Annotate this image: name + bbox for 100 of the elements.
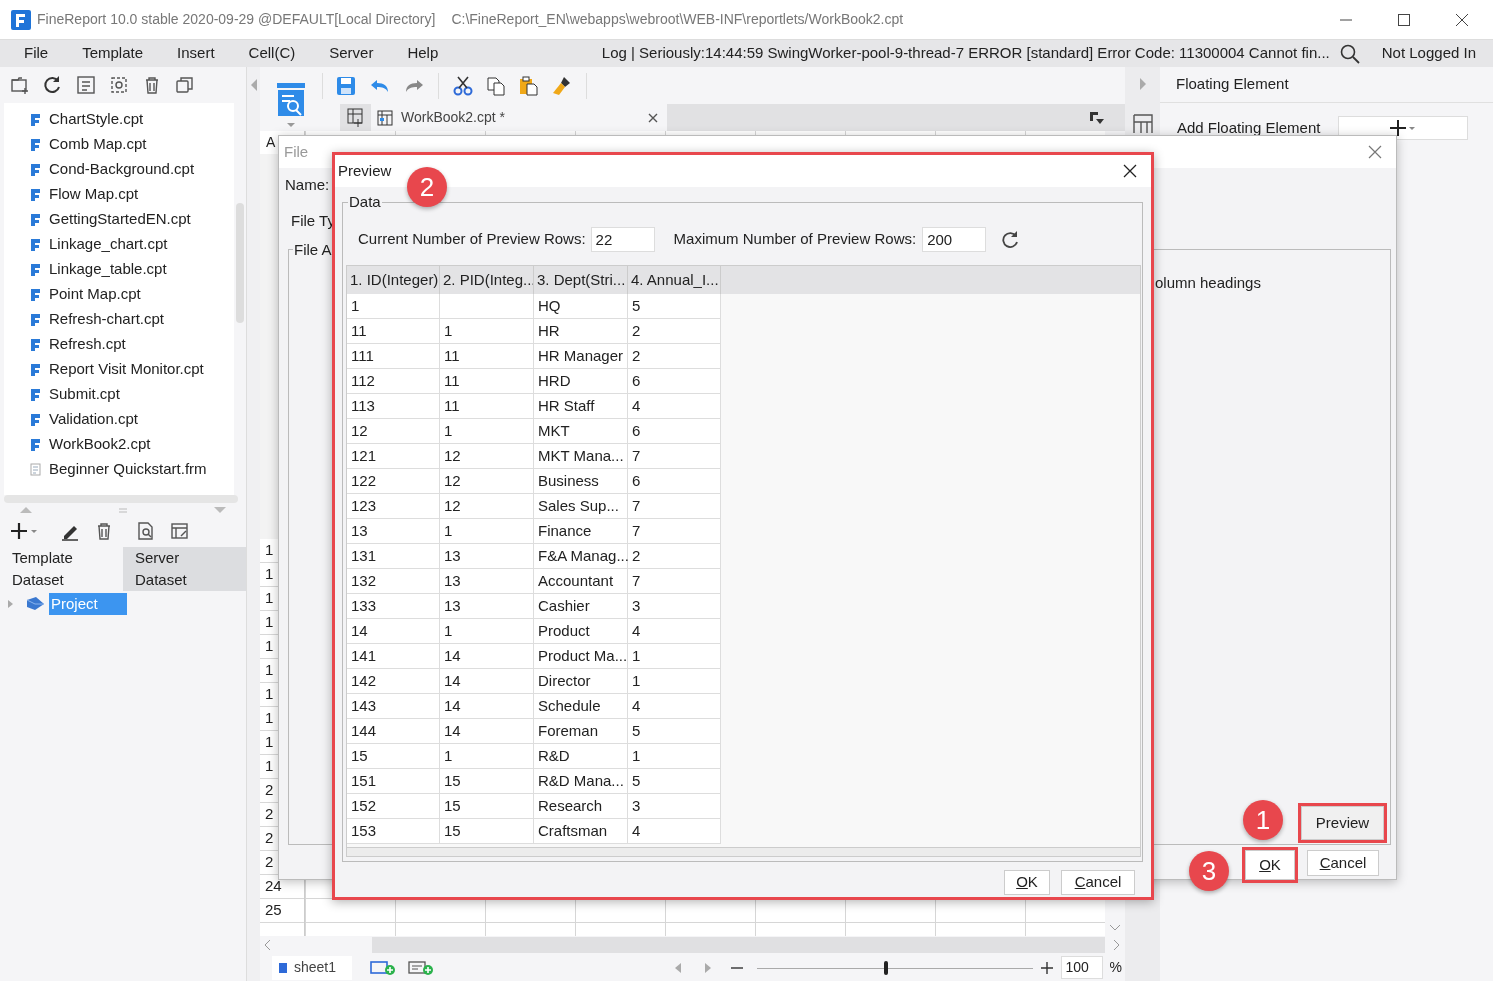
form-file-icon: [30, 463, 41, 476]
scrollbar-thumb[interactable]: [236, 203, 244, 323]
list-item[interactable]: Beginner Quickstart.frm: [49, 458, 207, 481]
preview-button[interactable]: Preview: [1301, 806, 1384, 840]
scrollbar-thumb[interactable]: [372, 937, 1105, 953]
grid-icon[interactable]: [1132, 114, 1153, 134]
list-item[interactable]: Linkage_chart.cpt: [49, 233, 168, 256]
table-cell: HR: [534, 319, 628, 344]
cancel-button[interactable]: Cancel: [1061, 870, 1135, 895]
field-label: Maximum Number of Preview Rows:: [673, 229, 917, 250]
scrollbar-track[interactable]: [347, 847, 1140, 856]
refresh-icon[interactable]: [43, 75, 63, 95]
menu-item[interactable]: Server: [329, 42, 374, 65]
menu-item[interactable]: Help: [407, 42, 439, 65]
search-icon[interactable]: [1339, 43, 1360, 64]
table-cell: 15: [440, 819, 534, 844]
copy-icon[interactable]: [175, 75, 195, 95]
table-cell: F&A Manag...: [534, 544, 628, 569]
report-file-icon: [30, 438, 41, 451]
option-label: olumn headings: [1155, 273, 1261, 293]
document-icon[interactable]: [76, 75, 96, 95]
scissors-icon[interactable]: [453, 75, 473, 96]
number-field[interactable]: 200: [922, 227, 987, 252]
table-cell: 1: [440, 744, 534, 769]
list-item[interactable]: ChartStyle.cpt: [49, 108, 144, 131]
ok-button[interactable]: OK: [1245, 850, 1295, 880]
cursor-dropdown-icon[interactable]: [1089, 110, 1105, 125]
scroll-left-icon[interactable]: [264, 939, 272, 951]
table-cell: 5: [628, 769, 721, 794]
zoom-slider[interactable]: [756, 960, 1033, 975]
zoom-field[interactable]: 100: [1060, 956, 1103, 979]
add-sheet-icon[interactable]: [347, 108, 365, 127]
table-cell: 144: [347, 719, 440, 744]
list-item[interactable]: Refresh-chart.cpt: [49, 308, 165, 331]
table-cell: 12: [440, 494, 534, 519]
table-cell: 1: [628, 744, 721, 769]
editor-tab[interactable]: WorkBook2.cpt *: [371, 104, 667, 131]
maximize-icon[interactable]: [1398, 13, 1410, 26]
login-status[interactable]: Not Logged In: [1381, 42, 1476, 65]
table-edit-icon[interactable]: [170, 521, 190, 541]
table-cell: 12: [440, 469, 534, 494]
menu-item[interactable]: File: [24, 42, 49, 65]
menu-item[interactable]: Insert: [177, 42, 215, 65]
ok-button[interactable]: OK: [1004, 870, 1050, 895]
add-button[interactable]: [1338, 116, 1469, 140]
save-icon[interactable]: [336, 75, 356, 96]
scroll-right-icon[interactable]: [1113, 939, 1121, 951]
list-item[interactable]: Flow Map.cpt: [49, 183, 139, 206]
report-file-icon: [30, 113, 41, 126]
table-cell: 15: [347, 744, 440, 769]
table-cell: 11: [440, 369, 534, 394]
list-item[interactable]: Linkage_table.cpt: [49, 258, 167, 281]
table-cell: 6: [628, 469, 721, 494]
list-item[interactable]: Refresh.cpt: [49, 333, 126, 356]
number-field[interactable]: 22: [590, 227, 655, 252]
list-item[interactable]: GettingStartedEN.cpt: [49, 208, 191, 231]
list-item[interactable]: Report Visit Monitor.cpt: [49, 358, 204, 381]
table-cell: 12: [440, 444, 534, 469]
menu-item[interactable]: Template: [82, 42, 144, 65]
paste-icon[interactable]: [519, 75, 539, 96]
slider-thumb[interactable]: [884, 960, 889, 975]
table-cell: 15: [440, 769, 534, 794]
add-form-sheet-icon[interactable]: [408, 959, 434, 976]
scroll-down-icon[interactable]: [1109, 924, 1121, 932]
add-dropdown-icon[interactable]: [10, 521, 38, 541]
cancel-button[interactable]: Cancel: [1307, 850, 1379, 876]
close-icon[interactable]: [1456, 13, 1468, 26]
table-cell: 122: [347, 469, 440, 494]
copy-icon[interactable]: [486, 75, 506, 96]
sheet-tab[interactable]: sheet1: [272, 955, 352, 980]
list-item[interactable]: WorkBook2.cpt: [49, 433, 151, 456]
list-item[interactable]: Validation.cpt: [49, 408, 138, 431]
table-cell: Foreman: [534, 719, 628, 744]
table-cell: 7: [628, 444, 721, 469]
table-cell: MKT: [534, 419, 628, 444]
table-cell: MKT Mana...: [534, 444, 628, 469]
dataset-tab[interactable]: Server Dataset: [123, 547, 246, 591]
add-report-sheet-icon[interactable]: [370, 959, 396, 976]
brush-icon[interactable]: [552, 75, 572, 96]
scrollbar-track[interactable]: [4, 495, 238, 503]
field-label: Name:: [285, 175, 330, 195]
close-icon[interactable]: [1123, 164, 1137, 178]
preview-document-icon[interactable]: [136, 521, 156, 541]
close-icon[interactable]: [648, 112, 658, 123]
list-item[interactable]: Cond-Background.cpt: [49, 158, 195, 181]
table-cell: 1: [628, 669, 721, 694]
menu-item[interactable]: Cell(C): [248, 42, 296, 65]
list-item[interactable]: Comb Map.cpt: [49, 133, 147, 156]
report-file-icon: [30, 363, 41, 376]
list-item[interactable]: Point Map.cpt: [49, 283, 141, 306]
table-cell: 141: [347, 644, 440, 669]
table-cell: Product: [534, 619, 628, 644]
refresh-icon[interactable]: [1002, 230, 1021, 249]
new-folder-icon[interactable]: [10, 75, 30, 95]
table-cell: 14: [347, 619, 440, 644]
preview-page-icon[interactable]: [277, 83, 305, 127]
table-cell: Business: [534, 469, 628, 494]
field-label: Current Number of Preview Rows:: [358, 229, 586, 250]
zoom-in-icon[interactable]: [1040, 961, 1053, 974]
list-item[interactable]: Submit.cpt: [49, 383, 120, 406]
